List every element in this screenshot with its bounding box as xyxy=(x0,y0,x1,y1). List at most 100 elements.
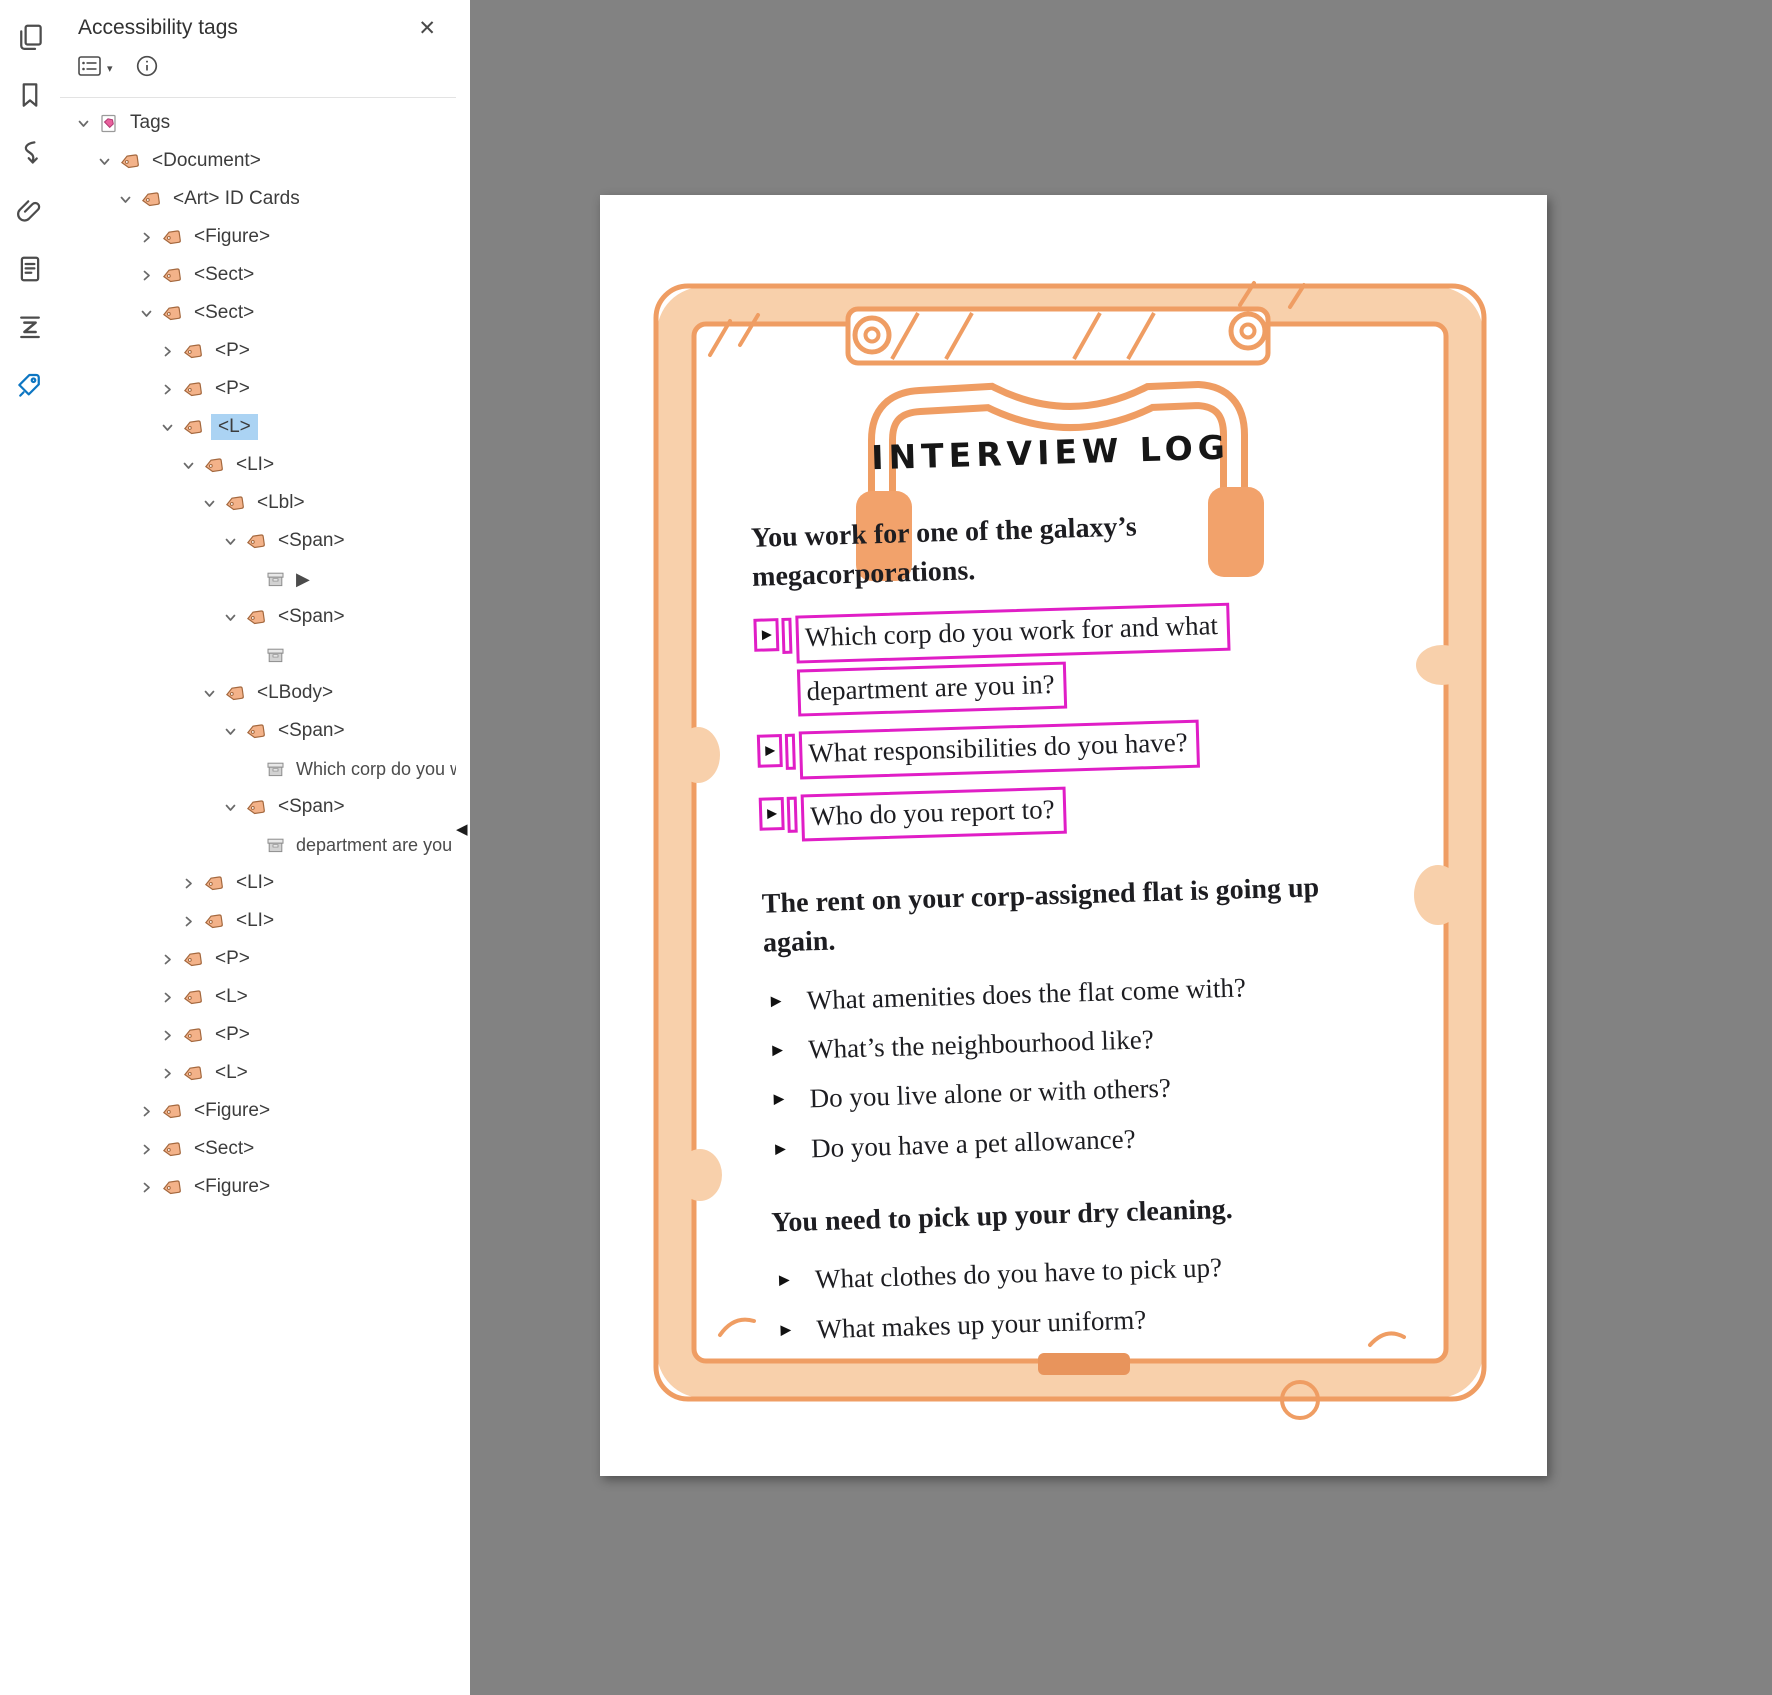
tag-highlight-box: ▶ xyxy=(753,618,779,652)
panel-divider[interactable]: ◀ xyxy=(456,0,470,1695)
content-box-icon xyxy=(267,572,284,587)
tree-row[interactable]: <Sect> xyxy=(60,256,456,294)
bookmarks-icon[interactable] xyxy=(13,78,47,112)
tree-row[interactable]: <LI> xyxy=(60,864,456,902)
chevron-down-icon[interactable] xyxy=(223,534,243,549)
reading-order-icon[interactable] xyxy=(13,136,47,170)
tree-row[interactable]: <Sect> xyxy=(60,294,456,332)
chevron-down-icon[interactable] xyxy=(160,420,180,435)
list-item-text: Who do you report to? xyxy=(801,778,1364,848)
tree-row[interactable]: department are you i xyxy=(60,826,456,864)
tree-item-label: <Document> xyxy=(148,148,265,174)
chevron-right-icon[interactable] xyxy=(160,990,180,1005)
chevron-down-icon[interactable] xyxy=(223,610,243,625)
tree-row[interactable]: <Sect> xyxy=(60,1130,456,1168)
chevron-down-icon[interactable] xyxy=(202,496,222,511)
tree-row[interactable]: <L> xyxy=(60,1054,456,1092)
document-canvas: INTERVIEW LOG You work for one of the ga… xyxy=(470,0,1772,1695)
tag-icon xyxy=(162,305,182,322)
tree-row[interactable]: <LBody> xyxy=(60,674,456,712)
tree-row[interactable]: <L> xyxy=(60,978,456,1016)
chevron-down-icon[interactable] xyxy=(202,686,222,701)
chevron-right-icon[interactable] xyxy=(181,914,201,929)
tree-row[interactable]: <P> xyxy=(60,370,456,408)
chevron-right-icon[interactable] xyxy=(160,952,180,967)
tree-row[interactable]: <Lbl> xyxy=(60,484,456,522)
chevron-down-icon[interactable] xyxy=(76,116,96,131)
collapse-panel-button[interactable]: ◀ xyxy=(456,820,468,838)
chevron-right-icon[interactable] xyxy=(160,382,180,397)
tree-row[interactable]: <L> xyxy=(60,408,456,446)
tag-icon xyxy=(246,723,266,740)
close-icon[interactable]: ✕ xyxy=(418,18,436,39)
tree-item-label: <L> xyxy=(211,984,252,1010)
list-bullet-area: ▶ xyxy=(774,1311,817,1341)
chevron-right-icon[interactable] xyxy=(139,230,159,245)
chevron-right-icon[interactable] xyxy=(139,268,159,283)
chevron-right-icon[interactable] xyxy=(139,1180,159,1195)
chevron-down-icon[interactable] xyxy=(118,192,138,207)
chevron-down-icon[interactable] xyxy=(223,724,243,739)
tag-icon xyxy=(204,457,224,474)
tree-row[interactable]: <Art> ID Cards xyxy=(60,180,456,218)
tag-icon xyxy=(183,951,203,968)
page-thumbnails-icon[interactable] xyxy=(13,20,47,54)
tree-row[interactable]: <Document> xyxy=(60,142,456,180)
tree-item-label: <P> xyxy=(211,338,254,364)
chevron-down-icon[interactable] xyxy=(97,154,117,169)
attachments-icon[interactable] xyxy=(13,194,47,228)
tree-row[interactable]: <Span> xyxy=(60,522,456,560)
tag-icon xyxy=(162,267,182,284)
chevron-right-icon[interactable] xyxy=(160,344,180,359)
pdf-page[interactable]: INTERVIEW LOG You work for one of the ga… xyxy=(600,195,1547,1476)
options-menu-button[interactable]: ▾ xyxy=(78,56,113,82)
chevron-right-icon[interactable] xyxy=(160,1066,180,1081)
options-icon xyxy=(78,56,103,82)
chevron-right-icon[interactable] xyxy=(160,1028,180,1043)
tree-row[interactable] xyxy=(60,636,456,674)
tag-icon xyxy=(183,419,203,436)
list-bullet-area: ▶ xyxy=(757,732,800,771)
list-item-text: What makes up your uniform? xyxy=(816,1294,1379,1347)
content-panel-icon[interactable] xyxy=(13,310,47,344)
doc-list-item: ▶What clothes do you have to pick up? xyxy=(773,1245,1378,1299)
tree-row[interactable]: <LI> xyxy=(60,902,456,940)
tag-icon xyxy=(204,913,224,930)
doc-list-item: ▶What amenities does the flat come with? xyxy=(764,965,1369,1019)
tree-row[interactable]: ▶ xyxy=(60,560,456,598)
chevron-right-icon[interactable] xyxy=(139,1142,159,1157)
tree-row[interactable]: <Figure> xyxy=(60,1168,456,1206)
tag-icon xyxy=(120,153,140,170)
tree-item-label: <Span> xyxy=(274,528,349,554)
tree-row[interactable]: <LI> xyxy=(60,446,456,484)
chevron-down-icon[interactable] xyxy=(181,458,201,473)
tree-row[interactable]: Which corp do you w xyxy=(60,750,456,788)
list-bullet-area: ▶ xyxy=(769,1130,812,1160)
chevron-down-icon[interactable] xyxy=(139,306,159,321)
chevron-down-icon[interactable] xyxy=(223,800,243,815)
articles-icon[interactable] xyxy=(13,252,47,286)
tree-row[interactable]: <P> xyxy=(60,332,456,370)
chevron-right-icon[interactable] xyxy=(139,1104,159,1119)
tree-row[interactable]: Tags xyxy=(60,104,456,142)
list-bullet-icon: ▶ xyxy=(775,1131,787,1160)
doc-heading: You work for one of the galaxy’s megacor… xyxy=(750,501,1356,597)
doc-list-item: ▶Do you live alone or with others? xyxy=(767,1064,1372,1118)
tree-item-label: Tags xyxy=(126,110,174,136)
tag-icon xyxy=(225,495,245,512)
tree-row[interactable]: <P> xyxy=(60,1016,456,1054)
info-button[interactable] xyxy=(135,54,159,83)
tags-panel-icon[interactable] xyxy=(13,368,47,402)
tree-row[interactable]: <Span> xyxy=(60,788,456,826)
list-bullet-icon: ▶ xyxy=(780,1312,792,1341)
panel-toolbar: ▾ xyxy=(60,44,456,98)
tree-item-label: <Lbl> xyxy=(253,490,309,516)
chevron-right-icon[interactable] xyxy=(181,876,201,891)
tree-row[interactable]: <Figure> xyxy=(60,218,456,256)
tree-row[interactable]: <P> xyxy=(60,940,456,978)
tree-row[interactable]: <Span> xyxy=(60,598,456,636)
list-bullet-icon: ▶ xyxy=(773,1081,785,1110)
tree-row[interactable]: <Figure> xyxy=(60,1092,456,1130)
tree-item-label xyxy=(292,653,300,657)
tree-row[interactable]: <Span> xyxy=(60,712,456,750)
